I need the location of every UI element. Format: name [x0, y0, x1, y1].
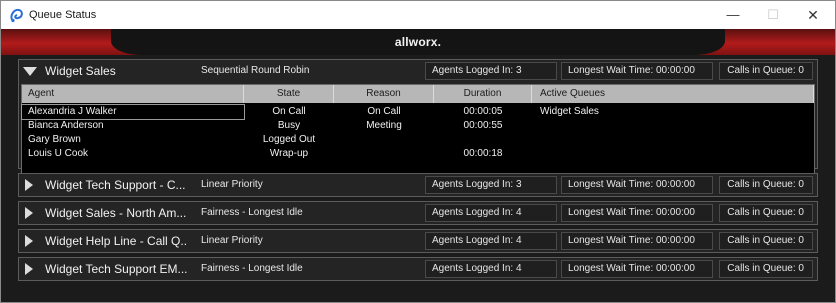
agents-logged-in-cell: Agents Logged In: 4: [425, 260, 557, 278]
queue-strategy: Fairness - Longest Idle: [201, 207, 303, 218]
calls-in-queue-cell: Calls in Queue: 0: [719, 204, 813, 222]
column-header-reason[interactable]: Reason: [334, 85, 434, 103]
agent-reason-cell: [334, 133, 434, 147]
agent-active-queues-cell: [532, 147, 814, 161]
agent-row[interactable]: Gary Brown Logged Out: [22, 133, 814, 147]
expand-arrow-icon[interactable]: [25, 179, 33, 191]
queue-header[interactable]: Widget Tech Support EM... Fairness - Long…: [19, 258, 817, 280]
agent-state-cell: On Call: [272, 106, 306, 117]
maximize-button[interactable]: ☐: [753, 1, 793, 29]
agents-logged-in-cell: Agents Logged In: 4: [425, 232, 557, 250]
minimize-button[interactable]: —: [713, 1, 753, 29]
calls-in-queue-cell: Calls in Queue: 0: [719, 232, 813, 250]
queue-name: Widget Tech Support - C...: [45, 178, 186, 192]
expand-arrow-icon[interactable]: [25, 207, 33, 219]
agent-row[interactable]: Bianca Anderson Busy Meeting 00:00:55: [22, 119, 814, 133]
queue-strategy: Linear Priority: [201, 235, 263, 246]
queue-panel: Widget Help Line - Call Q... Linear Prior…: [18, 229, 818, 253]
expand-arrow-icon[interactable]: [25, 263, 33, 275]
queue-header[interactable]: Widget Tech Support - C... Linear Priorit…: [19, 174, 817, 196]
queue-strategy: Sequential Round Robin: [201, 65, 310, 76]
agent-active-queues-cell: [532, 133, 814, 147]
calls-in-queue-cell: Calls in Queue: 0: [719, 62, 813, 80]
queue-name: Widget Tech Support EM...: [45, 262, 187, 276]
collapse-arrow-icon[interactable]: [23, 67, 37, 76]
agent-duration-cell: 00:00:05: [463, 106, 503, 117]
allworx-swirl-icon: [10, 8, 23, 23]
agent-agent-cell: Louis U Cook: [28, 148, 89, 159]
queue-strategy: Linear Priority: [201, 179, 263, 190]
queue-panel: Widget Sales - North Am... Fairness - Lon…: [18, 201, 818, 225]
close-button[interactable]: ✕: [793, 1, 833, 29]
longest-wait-time-cell: Longest Wait Time: 00:00:00: [561, 62, 713, 80]
agents-logged-in-cell: Agents Logged In: 4: [425, 204, 557, 222]
column-header-active-queues[interactable]: Active Queues: [532, 85, 814, 103]
queue-status-window: Queue Status — ☐ ✕ allworx. Widget Sales…: [0, 0, 836, 303]
queue-name: Widget Sales: [45, 64, 116, 78]
agent-state-cell: Logged Out: [262, 134, 316, 145]
longest-wait-time-cell: Longest Wait Time: 00:00:00: [561, 232, 713, 250]
agent-duration-cell: 00:00:55: [463, 120, 503, 131]
longest-wait-time-cell: Longest Wait Time: 00:00:00: [561, 204, 713, 222]
agent-duration-cell: 00:00:18: [463, 148, 503, 159]
brand-logo: allworx.: [394, 35, 442, 49]
brand-header: allworx.: [1, 29, 835, 55]
agent-active-queues-cell: Widget Sales: [540, 106, 599, 117]
agents-logged-in-cell: Agents Logged In: 3: [425, 62, 557, 80]
queue-header[interactable]: Widget Sales - North Am... Fairness - Lon…: [19, 202, 817, 224]
longest-wait-time-cell: Longest Wait Time: 00:00:00: [561, 176, 713, 194]
expand-arrow-icon[interactable]: [25, 235, 33, 247]
queue-header[interactable]: Widget Help Line - Call Q... Linear Prior…: [19, 230, 817, 252]
agent-row[interactable]: Alexandria J Walker On Call On Call 00:00:0…: [21, 104, 814, 120]
agent-state-cell: Wrap-up: [269, 148, 309, 159]
queue-strategy: Fairness - Longest Idle: [201, 263, 303, 274]
agent-state-cell: Busy: [277, 120, 301, 131]
agents-table-header: Agent State Reason Duration Active Queues: [22, 85, 814, 103]
calls-in-queue-cell: Calls in Queue: 0: [719, 176, 813, 194]
longest-wait-time-cell: Longest Wait Time: 00:00:00: [561, 260, 713, 278]
queue-name: Widget Sales - North Am...: [45, 206, 187, 220]
agent-agent-cell: Gary Brown: [28, 134, 81, 145]
queue-name: Widget Help Line - Call Q...: [45, 234, 187, 248]
column-header-state[interactable]: State: [244, 85, 334, 103]
agent-agent-cell: Bianca Anderson: [28, 120, 104, 131]
column-header-agent[interactable]: Agent: [22, 85, 244, 103]
agent-agent-cell: Alexandria J Walker: [21, 104, 245, 120]
agent-reason-cell: [334, 147, 434, 161]
queue-header[interactable]: Widget Sales Sequential Round Robin Agents…: [19, 60, 817, 82]
agent-reason-cell: Meeting: [366, 120, 402, 131]
queue-panel: Widget Tech Support - C... Linear Priorit…: [18, 173, 818, 197]
agent-active-queues-cell: [532, 119, 814, 133]
window-title: Queue Status: [29, 9, 97, 21]
agent-duration-cell: [434, 133, 532, 147]
title-bar[interactable]: Queue Status — ☐ ✕: [1, 1, 835, 29]
agents-logged-in-cell: Agents Logged In: 3: [425, 176, 557, 194]
queue-panel: Widget Sales Sequential Round Robin Agents…: [18, 59, 818, 190]
queue-panel: Widget Tech Support EM... Fairness - Long…: [18, 257, 818, 281]
column-header-duration[interactable]: Duration: [434, 85, 532, 103]
calls-in-queue-cell: Calls in Queue: 0: [719, 260, 813, 278]
agent-row[interactable]: Louis U Cook Wrap-up 00:00:18: [22, 147, 814, 161]
agent-reason-cell: On Call: [367, 106, 401, 117]
